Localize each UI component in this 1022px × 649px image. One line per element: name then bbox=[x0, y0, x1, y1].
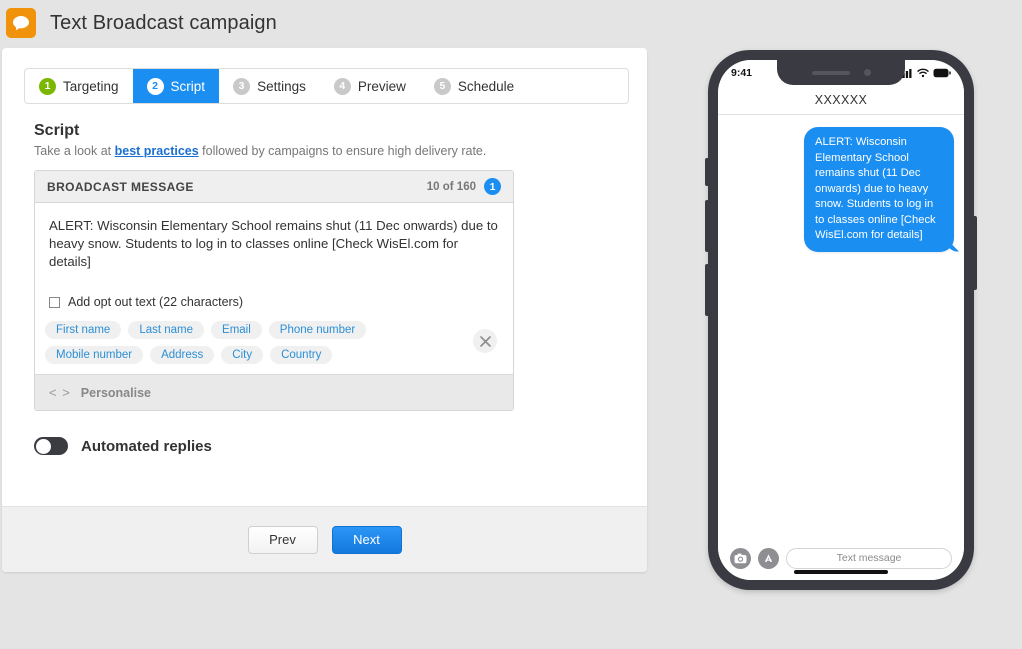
camera-icon[interactable] bbox=[730, 547, 751, 569]
message-bubble: ALERT: Wisconsin Elementary School remai… bbox=[804, 127, 954, 252]
page-title: Text Broadcast campaign bbox=[50, 11, 277, 34]
phone-speaker bbox=[811, 70, 850, 75]
speech-bubble-icon bbox=[6, 8, 36, 38]
prev-button[interactable]: Prev bbox=[247, 525, 318, 554]
best-practices-link[interactable]: best practices bbox=[115, 144, 199, 158]
phone-mute-switch[interactable] bbox=[705, 158, 708, 186]
step-number-5: 5 bbox=[433, 77, 451, 95]
automated-replies-toggle[interactable] bbox=[34, 437, 68, 455]
composer-header-label: BROADCAST MESSAGE bbox=[47, 179, 194, 194]
wifi-icon bbox=[917, 68, 929, 77]
personalisation-chips-area: First name Last name Email Phone number … bbox=[35, 321, 513, 374]
composer-header: BROADCAST MESSAGE 10 of 160 1 bbox=[35, 171, 513, 203]
character-counter: 10 of 160 bbox=[426, 180, 476, 193]
automated-replies-label: Automated replies bbox=[81, 437, 212, 455]
tab-targeting-label: Targeting bbox=[63, 78, 119, 94]
optout-label: Add opt out text (22 characters) bbox=[68, 295, 244, 309]
tab-settings[interactable]: 3 Settings bbox=[219, 69, 320, 103]
next-button[interactable]: Next bbox=[331, 525, 402, 554]
chip-first-name[interactable]: First name bbox=[45, 321, 122, 339]
phone-frame: 9:41 XXXXXX ALERT: Wisconsin Elementary … bbox=[705, 50, 977, 590]
battery-icon bbox=[933, 68, 951, 77]
appstore-icon[interactable] bbox=[758, 547, 779, 569]
step-number-2: 2 bbox=[146, 77, 164, 95]
phone-message-input[interactable]: Text message bbox=[786, 547, 952, 569]
step-number-3: 3 bbox=[233, 77, 251, 95]
script-heading: Script bbox=[34, 122, 80, 139]
chip-phone-number[interactable]: Phone number bbox=[268, 321, 367, 339]
chip-address[interactable]: Address bbox=[150, 346, 215, 364]
tab-preview[interactable]: 4 Preview bbox=[320, 69, 420, 103]
message-composer: BROADCAST MESSAGE 10 of 160 1 ALERT: Wis… bbox=[34, 170, 514, 411]
script-subtext-prefix: Take a look at bbox=[34, 144, 115, 158]
tab-targeting[interactable]: 1 Targeting bbox=[25, 69, 133, 103]
personalisation-chips: First name Last name Email Phone number … bbox=[45, 321, 469, 364]
personalise-label: Personalise bbox=[80, 385, 151, 400]
tab-settings-label: Settings bbox=[257, 78, 306, 94]
script-subtext-suffix: followed by campaigns to ensure high del… bbox=[198, 144, 487, 158]
code-brackets-icon: < > bbox=[49, 385, 71, 400]
step-tabs: 1 Targeting 2 Script 3 Settings 4 Previe… bbox=[24, 68, 629, 104]
tab-preview-label: Preview bbox=[357, 78, 406, 94]
tab-schedule-label: Schedule bbox=[457, 78, 515, 94]
card-footer: Prev Next bbox=[2, 506, 647, 572]
optout-checkbox[interactable] bbox=[49, 296, 60, 308]
toggle-knob bbox=[35, 438, 51, 454]
chip-mobile-number[interactable]: Mobile number bbox=[45, 346, 144, 364]
page-header: Text Broadcast campaign bbox=[0, 0, 277, 38]
phone-status-icons bbox=[899, 68, 951, 78]
script-subtext: Take a look at best practices followed b… bbox=[34, 144, 625, 158]
phone-clock: 9:41 bbox=[731, 66, 753, 79]
phone-power-button[interactable] bbox=[974, 216, 977, 290]
tab-schedule[interactable]: 5 Schedule bbox=[420, 69, 528, 103]
campaign-card: 1 Targeting 2 Script 3 Settings 4 Previe… bbox=[2, 48, 647, 572]
phone-notch bbox=[777, 60, 905, 85]
phone-home-indicator bbox=[794, 570, 888, 574]
close-icon[interactable] bbox=[473, 329, 497, 353]
phone-contact-name: XXXXXX bbox=[718, 85, 964, 115]
chip-country[interactable]: Country bbox=[270, 346, 333, 364]
tab-script[interactable]: 2 Script bbox=[132, 69, 220, 103]
message-textarea[interactable]: ALERT: Wisconsin Elementary School remai… bbox=[35, 203, 513, 289]
phone-preview: 9:41 XXXXXX ALERT: Wisconsin Elementary … bbox=[705, 50, 977, 590]
automated-replies-row: Automated replies bbox=[34, 437, 625, 455]
segment-badge: 1 bbox=[484, 178, 501, 195]
chip-email[interactable]: Email bbox=[211, 321, 262, 339]
card-body: 1 Targeting 2 Script 3 Settings 4 Previe… bbox=[2, 48, 647, 455]
tab-script-label: Script bbox=[170, 78, 206, 94]
optout-row[interactable]: Add opt out text (22 characters) bbox=[35, 289, 513, 321]
step-number-1: 1 bbox=[39, 77, 56, 95]
personalise-bar[interactable]: < > Personalise bbox=[35, 374, 513, 410]
composer-header-right: 10 of 160 1 bbox=[427, 178, 501, 195]
phone-screen: 9:41 XXXXXX ALERT: Wisconsin Elementary … bbox=[718, 60, 964, 580]
phone-volume-down-button[interactable] bbox=[705, 264, 708, 316]
step-number-4: 4 bbox=[333, 77, 351, 95]
chip-city[interactable]: City bbox=[221, 346, 264, 364]
phone-volume-up-button[interactable] bbox=[705, 200, 708, 252]
chip-last-name[interactable]: Last name bbox=[128, 321, 205, 339]
phone-chat-area: ALERT: Wisconsin Elementary School remai… bbox=[718, 115, 964, 535]
phone-camera-icon bbox=[863, 69, 871, 76]
